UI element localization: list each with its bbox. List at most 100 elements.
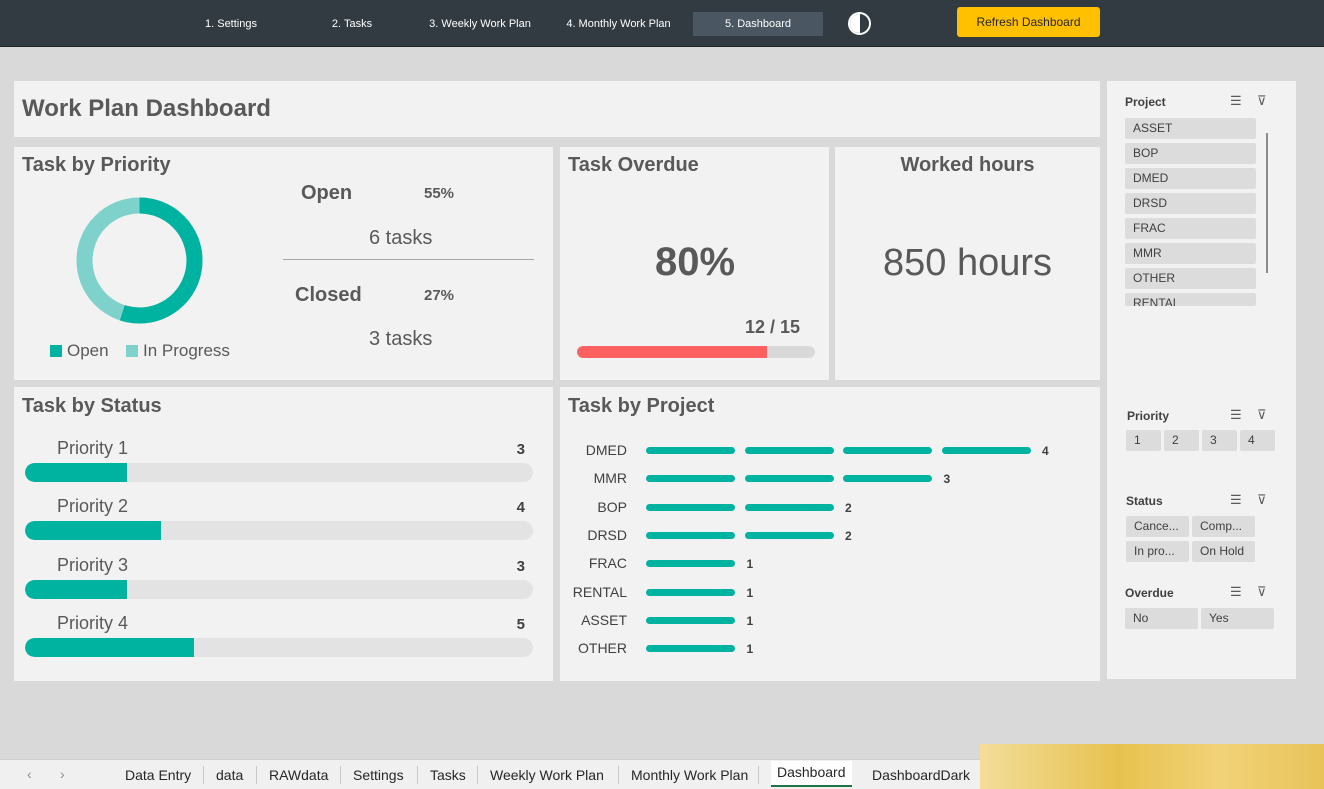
overdue-percent: 80% — [654, 240, 736, 284]
tab-separator — [417, 766, 418, 784]
multi-select-icon[interactable]: ☰ — [1230, 492, 1242, 508]
status-row-fill — [25, 521, 161, 540]
project-slicer-item[interactable]: ASSET — [1125, 118, 1256, 139]
project-bar-segment — [843, 447, 932, 454]
legend-open: Open — [50, 341, 109, 361]
closed-tasks-count: 3 tasks — [369, 328, 433, 350]
project-bar-segment — [646, 475, 735, 483]
legend-in-progress-swatch — [126, 345, 138, 357]
status-row-value: 4 — [516, 499, 525, 516]
nav-tasks[interactable]: 2. Tasks — [315, 12, 389, 36]
sheet-tab[interactable]: Dashboard — [771, 761, 852, 787]
status-slicer-item[interactable]: On Hold — [1192, 541, 1255, 562]
clear-filter-icon[interactable]: ⊽ — [1257, 407, 1267, 423]
project-slicer-item[interactable]: OTHER — [1125, 268, 1256, 289]
sheet-tab[interactable]: Weekly Work Plan — [490, 767, 604, 783]
project-bar-segment — [744, 447, 834, 454]
status-slicer-item[interactable]: In pro... — [1126, 541, 1189, 562]
project-bar-value: 3 — [943, 472, 951, 487]
project-bar-segment — [646, 560, 735, 568]
nav-weekly-work-plan[interactable]: 3. Weekly Work Plan — [420, 12, 540, 36]
nav-dashboard[interactable]: 5. Dashboard — [693, 12, 823, 36]
overdue-ratio: 12 / 15 — [745, 317, 801, 337]
closed-label: Closed — [295, 284, 362, 306]
hours-card-title: Worked hours — [900, 154, 1035, 176]
project-bar-segment — [646, 447, 735, 454]
priority-card-title: Task by Priority — [22, 154, 171, 176]
stat-divider — [283, 259, 534, 260]
open-percent: 55% — [424, 185, 455, 202]
project-slicer-item[interactable]: DMED — [1125, 168, 1256, 189]
project-bar-value: 1 — [746, 585, 754, 600]
overdue-slicer-title: Overdue — [1125, 586, 1174, 600]
sheet-tab[interactable]: data — [216, 767, 243, 783]
tab-scroll-left-icon[interactable]: ‹ — [27, 766, 32, 782]
project-slicer-item[interactable]: BOP — [1125, 143, 1256, 164]
status-row-fill — [25, 638, 195, 657]
priority-slicer-item[interactable]: 1 — [1126, 430, 1161, 451]
clear-filter-icon[interactable]: ⊽ — [1257, 492, 1267, 508]
priority-slicer-title: Priority — [1127, 409, 1170, 423]
overdue-card-title: Task Overdue — [568, 154, 699, 176]
project-slicer-item[interactable]: MMR — [1125, 243, 1256, 264]
project-bar-segment — [646, 531, 735, 539]
overdue-slicer-item[interactable]: No — [1125, 608, 1198, 629]
project-bar-segment — [843, 475, 932, 483]
project-card-title: Task by Project — [568, 395, 715, 417]
page-title: Work Plan Dashboard — [22, 95, 271, 122]
priority-slicer-item[interactable]: 4 — [1240, 430, 1275, 451]
nav-monthly-work-plan[interactable]: 4. Monthly Work Plan — [556, 12, 681, 36]
project-bar-label: ASSET — [581, 611, 627, 628]
multi-select-icon[interactable]: ☰ — [1230, 584, 1242, 600]
project-bar-value: 1 — [746, 557, 754, 572]
status-slicer-item[interactable]: Comp... — [1192, 516, 1255, 537]
priority-slicer-item[interactable]: 3 — [1202, 430, 1237, 451]
sheet-tab[interactable]: Data Entry — [125, 767, 191, 783]
tab-separator — [758, 766, 759, 784]
priority-donut-chart — [76, 197, 203, 324]
project-bar-value: 2 — [845, 528, 852, 543]
project-bar-label: BOP — [597, 498, 627, 515]
multi-select-icon[interactable]: ☰ — [1230, 93, 1242, 109]
tab-separator — [477, 766, 478, 784]
project-bar-segment — [744, 531, 834, 539]
project-slicer-item[interactable]: RENTAL — [1125, 293, 1256, 306]
project-slicer-scrollbar[interactable] — [1266, 133, 1268, 273]
refresh-dashboard-button[interactable]: Refresh Dashboard — [957, 7, 1100, 37]
project-bar-value: 1 — [746, 613, 754, 628]
tab-separator — [618, 766, 619, 784]
priority-slicer-item[interactable]: 2 — [1164, 430, 1199, 451]
clear-filter-icon[interactable]: ⊽ — [1257, 93, 1267, 109]
status-slicer-title: Status — [1126, 494, 1163, 508]
status-card-title: Task by Status — [22, 395, 162, 417]
nav-settings[interactable]: 1. Settings — [190, 12, 272, 36]
project-bar-segment — [646, 616, 735, 624]
clear-filter-icon[interactable]: ⊽ — [1257, 584, 1267, 600]
sheet-tab[interactable]: Settings — [353, 767, 404, 783]
project-bar-label: MMR — [593, 470, 627, 487]
sheet-tab[interactable]: DashboardDark — [872, 767, 970, 783]
sheet-tab[interactable]: RAWdata — [269, 767, 328, 783]
project-bar-segment — [744, 475, 834, 483]
overdue-slicer-item[interactable]: Yes — [1201, 608, 1274, 629]
project-bar-value: 1 — [746, 642, 754, 657]
project-bar-value: 4 — [1042, 444, 1049, 458]
project-bar-segment — [744, 503, 834, 511]
project-slicer-item[interactable]: FRAC — [1125, 218, 1256, 239]
status-row-label: Priority 4 — [57, 613, 129, 633]
status-row-label: Priority 2 — [57, 496, 129, 516]
sheet-tab[interactable]: Monthly Work Plan — [631, 767, 748, 783]
status-row-track — [25, 580, 533, 599]
open-label: Open — [301, 182, 353, 204]
sheet-tab[interactable]: Tasks — [430, 767, 466, 783]
status-row-fill — [25, 580, 127, 599]
status-slicer-item[interactable]: Cance... — [1126, 516, 1189, 537]
project-slicer-item[interactable]: DRSD — [1125, 193, 1256, 214]
status-row-value: 5 — [516, 616, 525, 633]
contrast-toggle-icon[interactable] — [848, 12, 871, 35]
project-bar-segment — [646, 645, 735, 653]
status-bar-decoration — [980, 744, 1324, 789]
project-bar-label: DMED — [585, 442, 627, 458]
tab-scroll-right-icon[interactable]: › — [60, 766, 65, 782]
multi-select-icon[interactable]: ☰ — [1230, 407, 1242, 423]
